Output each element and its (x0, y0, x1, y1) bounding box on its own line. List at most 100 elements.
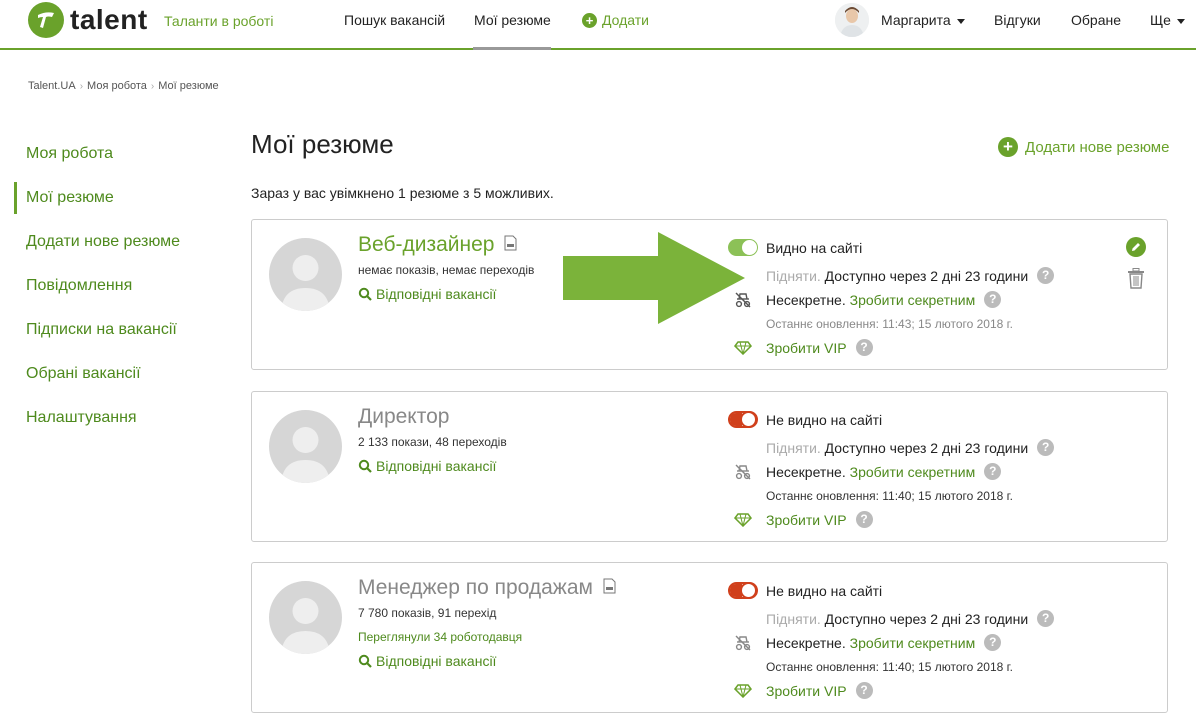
matching-vacancies-link[interactable]: Відповідні вакансії (358, 653, 496, 669)
raise-row: Підняти. Доступно через 2 дні 23 години … (766, 267, 1055, 284)
document-icon[interactable] (603, 576, 616, 600)
resume-status-panel: Видно на сайті Підняти. Доступно через 2… (728, 220, 1068, 369)
help-icon[interactable]: ? (1037, 610, 1055, 627)
secret-row: Несекретне. Зробити секретним ? (728, 463, 1002, 480)
secret-label: Несекретне. (766, 634, 846, 651)
visibility-row: Не видно на сайті (728, 582, 882, 599)
vip-row: Зробити VIP ? (728, 682, 873, 699)
resume-status-panel: Не видно на сайті Підняти. Доступно чере… (728, 392, 1068, 541)
breadcrumb-item-home[interactable]: Talent.UA (28, 80, 76, 92)
visibility-label: Видно на сайті (766, 239, 863, 256)
matching-vacancies-link[interactable]: Відповідні вакансії (358, 458, 496, 474)
breadcrumb-item-my-work[interactable]: Моя робота (87, 80, 147, 92)
nav-add-label: Додати (602, 12, 649, 28)
add-new-resume-label: Додати нове резюме (1025, 138, 1170, 156)
edit-icon[interactable] (1126, 237, 1146, 257)
visibility-toggle[interactable] (728, 411, 758, 428)
resume-title[interactable]: Веб-дизайнер (358, 233, 517, 257)
help-icon[interactable]: ? (984, 291, 1002, 308)
nav-add-button[interactable]: + Додати (582, 12, 649, 28)
make-vip-link[interactable]: Зробити VIP (766, 340, 847, 356)
last-updated: Останнє оновлення: 11:43; 15 лютого 2018… (766, 317, 1013, 331)
search-icon (358, 459, 372, 473)
sidebar-item-messages[interactable]: Повідомлення (14, 264, 224, 308)
help-icon[interactable]: ? (1037, 439, 1055, 456)
secret-row: Несекретне. Зробити секретним ? (728, 291, 1002, 308)
help-icon[interactable]: ? (984, 634, 1002, 651)
raise-label: Підняти. (766, 610, 821, 627)
chevron-down-icon (956, 18, 965, 24)
last-updated: Останнє оновлення: 11:40; 15 лютого 2018… (766, 660, 1013, 674)
raise-info: Доступно через 2 дні 23 години (824, 610, 1029, 627)
resume-title[interactable]: Менеджер по продажам (358, 576, 616, 600)
nav-favorites[interactable]: Обране (1071, 12, 1121, 28)
matching-vacancies-label: Відповідні вакансії (376, 286, 497, 302)
nav-my-resumes[interactable]: Мої резюме (474, 12, 551, 28)
plus-icon: + (998, 137, 1018, 157)
resume-status-panel: Не видно на сайті Підняти. Доступно чере… (728, 563, 1068, 712)
user-name: Маргарита (881, 12, 951, 28)
help-icon[interactable]: ? (855, 339, 873, 356)
make-vip-link[interactable]: Зробити VIP (766, 683, 847, 699)
resume-stats: 2 133 покази, 48 переходів (358, 435, 507, 449)
help-icon[interactable]: ? (855, 511, 873, 528)
annotation-arrow-icon (563, 232, 745, 324)
nav-search-vacancies[interactable]: Пошук вакансій (344, 12, 445, 28)
make-vip-link[interactable]: Зробити VIP (766, 512, 847, 528)
help-icon[interactable]: ? (984, 463, 1002, 480)
nav-active-indicator (473, 47, 551, 50)
sidebar-item-settings[interactable]: Налаштування (14, 396, 224, 440)
visibility-label: Не видно на сайті (766, 582, 883, 599)
raise-label: Підняти. (766, 439, 821, 456)
resume-title-text: Директор (358, 405, 450, 428)
sidebar-item-my-resumes[interactable]: Мої резюме (14, 182, 224, 214)
diamond-icon (728, 512, 758, 527)
page-title: Мої резюме (251, 129, 394, 159)
visibility-label: Не видно на сайті (766, 411, 883, 428)
sidebar-item-subscriptions[interactable]: Підписки на вакансії (14, 308, 224, 352)
sidebar-item-add-resume[interactable]: Додати нове резюме (14, 220, 224, 264)
resume-card: Директор 2 133 покази, 48 переходів Відп… (251, 391, 1168, 542)
trash-icon[interactable] (1127, 268, 1145, 294)
make-secret-link[interactable]: Зробити секретним (850, 292, 976, 308)
add-new-resume-button[interactable]: + Додати нове резюме (998, 137, 1169, 157)
incognito-off-icon (728, 635, 758, 651)
last-updated: Останнє оновлення: 11:40; 15 лютого 2018… (766, 489, 1013, 503)
user-menu[interactable]: Маргарита (881, 12, 965, 28)
nav-more-menu[interactable]: Ще (1150, 12, 1185, 28)
vip-row: Зробити VIP ? (728, 511, 873, 528)
document-icon[interactable] (504, 233, 517, 257)
nav-more-label: Ще (1150, 12, 1171, 28)
make-secret-link[interactable]: Зробити секретним (850, 635, 976, 651)
employers-viewed[interactable]: Переглянули 34 роботодавця (358, 630, 522, 644)
nav-feedback[interactable]: Відгуки (994, 12, 1041, 28)
visibility-toggle[interactable] (728, 582, 758, 599)
resume-avatar (269, 581, 342, 654)
resume-title-text: Менеджер по продажам (358, 576, 593, 599)
secret-row: Несекретне. Зробити секретним ? (728, 634, 1002, 651)
help-icon[interactable]: ? (1037, 267, 1055, 284)
sidebar: Моя робота Мої резюме Додати нове резюме… (14, 132, 224, 440)
sidebar-item-my-work[interactable]: Моя робота (14, 132, 224, 176)
user-avatar[interactable] (835, 3, 869, 37)
talent-logo[interactable]: talent (28, 2, 148, 38)
logo-text: talent (70, 4, 148, 35)
visibility-row: Не видно на сайті (728, 411, 882, 428)
raise-label: Підняти. (766, 267, 821, 284)
sidebar-item-saved-vacancies[interactable]: Обрані вакансії (14, 352, 224, 396)
diamond-icon (728, 340, 758, 355)
diamond-icon (728, 683, 758, 698)
resume-stats: 7 780 показів, 91 перехід (358, 606, 497, 620)
chevron-down-icon (1176, 18, 1185, 24)
make-secret-link[interactable]: Зробити секретним (850, 464, 976, 480)
help-icon[interactable]: ? (855, 682, 873, 699)
logo-mark-icon (28, 2, 64, 38)
tagline: Таланти в роботі (164, 13, 274, 29)
raise-info: Доступно через 2 дні 23 години (824, 267, 1029, 284)
raise-info: Доступно через 2 дні 23 години (824, 439, 1029, 456)
matching-vacancies-label: Відповідні вакансії (376, 458, 497, 474)
matching-vacancies-link[interactable]: Відповідні вакансії (358, 286, 496, 302)
resume-avatar (269, 238, 342, 311)
plus-icon: + (582, 12, 597, 28)
resume-title[interactable]: Директор (358, 405, 449, 429)
